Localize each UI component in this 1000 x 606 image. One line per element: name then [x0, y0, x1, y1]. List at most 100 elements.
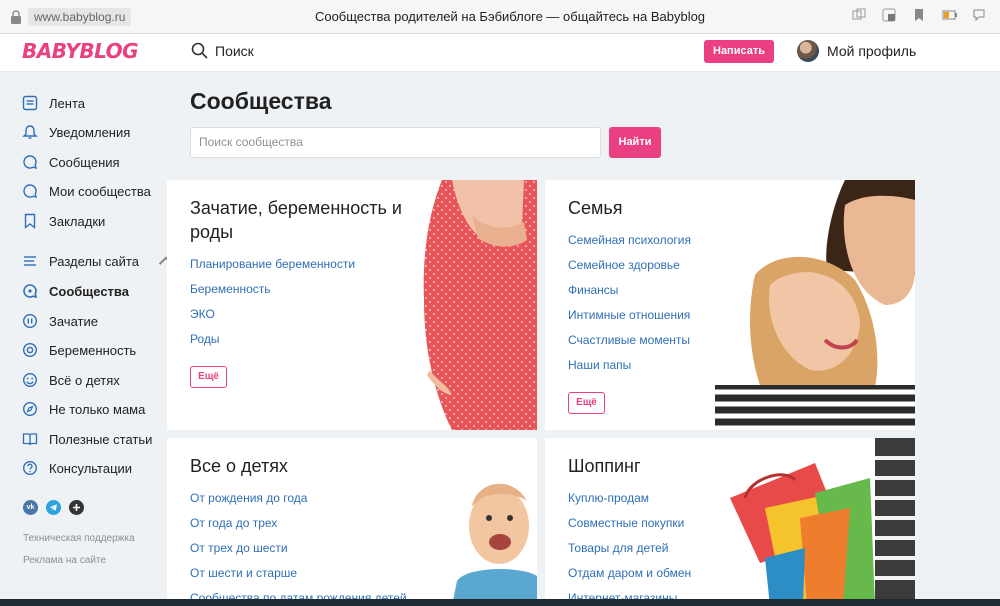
address-bar[interactable]: www.babyblog.ru [28, 8, 132, 26]
sidebar-item-label: Разделы сайта [49, 253, 139, 269]
profile-link[interactable]: Мой профиль [797, 40, 916, 62]
community-link[interactable]: Финансы [568, 283, 691, 308]
community-link[interactable]: От трех до шести [190, 541, 407, 566]
smile-icon [22, 372, 38, 388]
community-card-kids: Все о детях От рождения до года От года … [167, 438, 537, 606]
sidebar-item-communities[interactable]: Сообщества [22, 283, 129, 299]
community-link[interactable]: От шести и старше [190, 566, 407, 591]
sidebar-item-about-kids[interactable]: Всё о детях [22, 372, 120, 388]
bookmark-icon[interactable] [912, 8, 926, 22]
bell-icon [22, 125, 38, 139]
header-search[interactable]: Поиск [191, 42, 254, 59]
sidebar-item-bookmarks[interactable]: Закладки [22, 213, 105, 229]
lock-icon [11, 10, 21, 24]
find-button[interactable]: Найти [609, 127, 661, 158]
community-link[interactable]: Совместные покупки [568, 516, 691, 541]
share-icon[interactable] [852, 8, 866, 22]
chat-icon [23, 184, 37, 198]
card-title[interactable]: Шоппинг [568, 454, 641, 478]
site-header: BABYBLOG Поиск Написать Мой профиль [0, 34, 1000, 72]
compass-icon [22, 401, 38, 417]
community-link[interactable]: ЭКО [190, 307, 355, 332]
sidebar-item-label: Консультации [49, 460, 133, 476]
write-button[interactable]: Написать [704, 40, 774, 63]
sidebar-item-conception[interactable]: Зачатие [22, 313, 98, 329]
sidebar-item-label: Сообщества [49, 283, 129, 299]
baby-image [452, 466, 537, 606]
more-button[interactable]: Ещё [190, 366, 227, 388]
community-link[interactable]: Беременность [190, 282, 355, 307]
social-links: vk [23, 500, 84, 515]
search-icon [191, 42, 208, 59]
ads-link[interactable]: Реклама на сайте [23, 555, 106, 566]
sidebar-item-not-only-mom[interactable]: Не только мама [22, 401, 145, 417]
community-link[interactable]: Наши папы [568, 358, 691, 383]
profile-label: Мой профиль [827, 43, 917, 59]
sidebar-item-label: Полезные статьи [49, 431, 153, 447]
community-link[interactable]: От рождения до года [190, 491, 407, 516]
community-link[interactable]: Счастливые моменты [568, 333, 691, 358]
community-search-input[interactable]: Поиск сообщества [190, 127, 601, 158]
sidebar-item-feed[interactable]: Лента [22, 95, 85, 111]
sidebar-item-consultations[interactable]: Консультации [22, 460, 132, 476]
sidebar-item-label: Закладки [49, 213, 106, 229]
sidebar-item-label: Уведомления [49, 124, 131, 140]
sidebar: Лента Уведомления Сообщения Мои сообщест… [0, 72, 174, 606]
question-icon [22, 460, 38, 476]
community-link[interactable]: Семейное здоровье [568, 258, 691, 283]
card-links: Куплю-продам Совместные покупки Товары д… [568, 491, 691, 606]
sidebar-item-site-sections[interactable]: Разделы сайта [22, 253, 174, 269]
pregnant-woman-image [412, 180, 537, 430]
card-title[interactable]: Зачатие, беременность и роды [190, 196, 415, 244]
browser-toolbar: www.babyblog.ru Сообщества родителей на … [0, 0, 1000, 34]
pregnancy-icon [22, 342, 38, 358]
support-link[interactable]: Техническая поддержка [23, 533, 135, 544]
sidebar-item-notifications[interactable]: Уведомления [22, 124, 130, 140]
vk-icon[interactable]: vk [23, 500, 38, 515]
communities-icon [23, 284, 38, 299]
community-link[interactable]: Планирование беременности [190, 257, 355, 282]
community-link[interactable]: Семейная психология [568, 233, 691, 258]
sidebar-item-useful-articles[interactable]: Полезные статьи [22, 431, 152, 447]
community-link[interactable]: Интимные отношения [568, 308, 691, 333]
screenshot-icon[interactable] [972, 8, 986, 22]
sidebar-item-messages[interactable]: Сообщения [22, 154, 120, 170]
community-link[interactable]: Отдам даром и обмен [568, 566, 691, 591]
community-card-pregnancy: Зачатие, беременность и роды Планировани… [167, 180, 537, 430]
community-card-family: Семья Семейная психология Семейное здоро… [545, 180, 915, 430]
community-link[interactable]: Товары для детей [568, 541, 691, 566]
more-button[interactable]: Ещё [568, 392, 605, 414]
community-card-shopping: Шоппинг Куплю-продам Совместные покупки … [545, 438, 915, 606]
card-links: Семейная психология Семейное здоровье Фи… [568, 233, 691, 383]
battery-icon [942, 8, 957, 22]
conception-icon [22, 313, 38, 329]
sidebar-item-my-communities[interactable]: Мои сообщества [22, 183, 151, 199]
card-links: От рождения до года От года до трех От т… [190, 491, 407, 606]
sidebar-item-pregnancy[interactable]: Беременность [22, 342, 136, 358]
shopping-bags-image [725, 438, 915, 606]
avatar [797, 40, 819, 62]
bookmark-icon [24, 213, 36, 229]
community-link[interactable]: Куплю-продам [568, 491, 691, 516]
telegram-icon[interactable] [46, 500, 61, 515]
card-title[interactable]: Все о детях [190, 454, 288, 478]
menu-icon [24, 256, 36, 266]
babyblog-logo[interactable]: BABYBLOG [22, 39, 139, 63]
sidebar-item-label: Лента [49, 95, 85, 111]
card-title[interactable]: Семья [568, 196, 623, 220]
sidebar-item-label: Беременность [49, 342, 137, 358]
sidebar-item-label: Сообщения [49, 154, 120, 170]
sidebar-item-label: Мои сообщества [49, 183, 151, 199]
card-links: Планирование беременности Беременность Э… [190, 257, 355, 357]
extensions-icon[interactable] [882, 8, 896, 22]
ok-icon[interactable] [69, 500, 84, 515]
community-link[interactable]: Роды [190, 332, 355, 357]
feed-icon [22, 95, 38, 111]
sidebar-item-label: Не только мама [49, 401, 146, 417]
search-label: Поиск [215, 42, 254, 59]
family-couple-image [715, 180, 915, 430]
community-link[interactable]: От года до трех [190, 516, 407, 541]
browser-page-title: Сообщества родителей на Бэбиблоге — обща… [314, 9, 706, 24]
chat-icon [23, 155, 37, 169]
sidebar-item-label: Всё о детях [49, 372, 120, 388]
